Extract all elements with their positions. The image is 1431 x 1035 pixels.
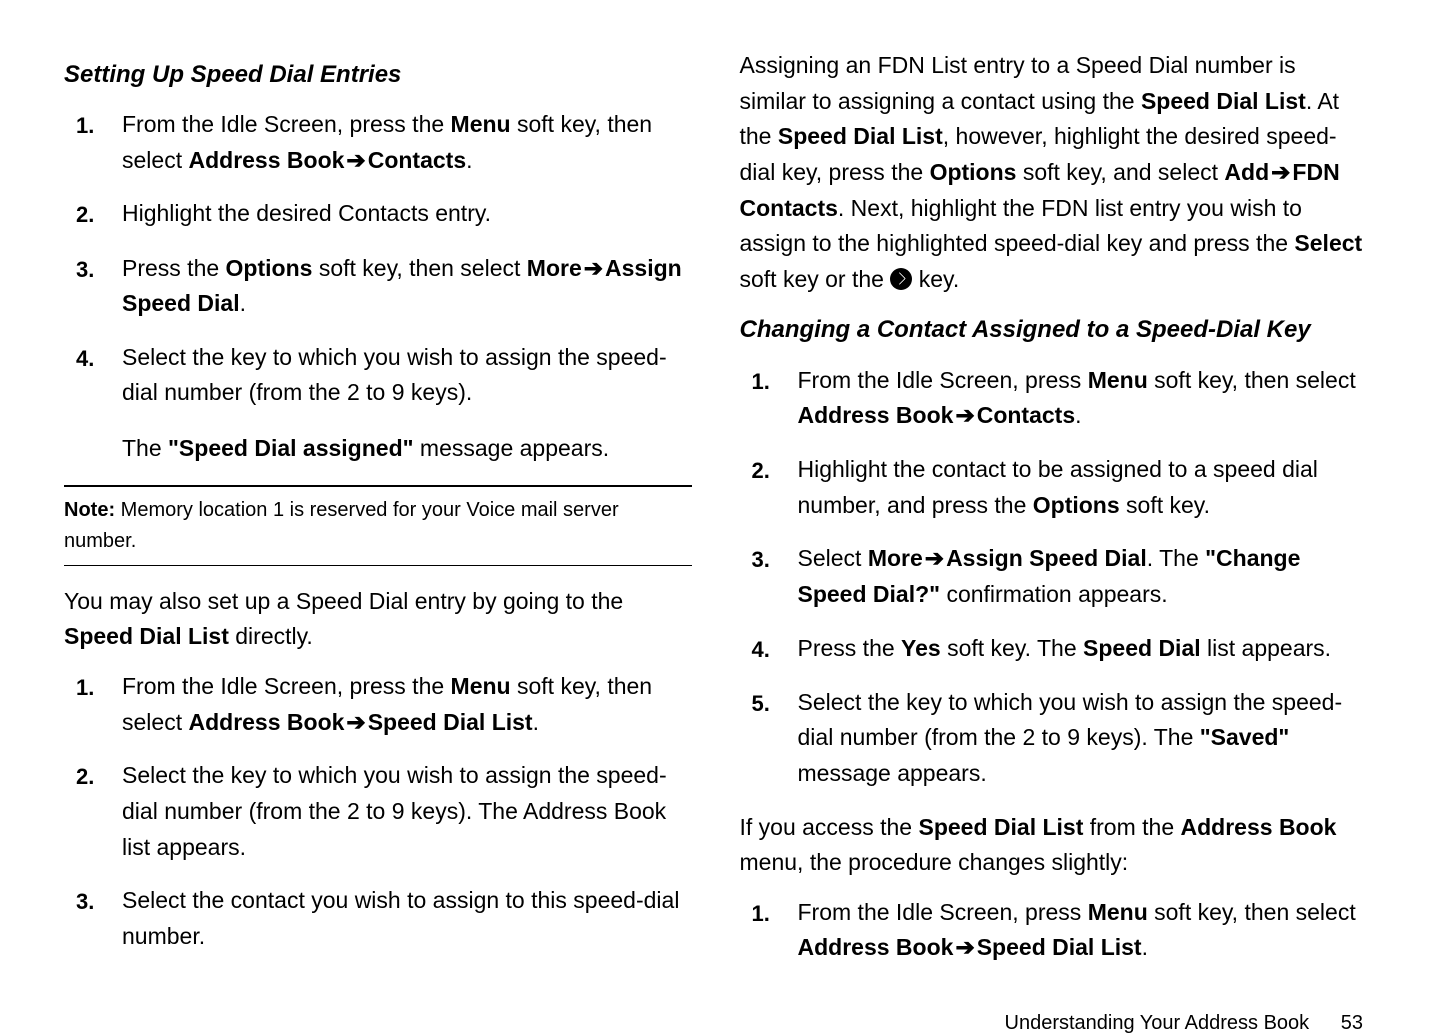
arrow-icon: ➔ (923, 541, 946, 577)
step-number: 1. (64, 107, 122, 178)
step-number: 5. (740, 685, 798, 792)
arrow-icon: ➔ (582, 251, 605, 287)
arrow-icon: ➔ (344, 705, 367, 741)
two-column-layout: Setting Up Speed Dial Entries 1. From th… (64, 48, 1367, 984)
paragraph-fdn: Assigning an FDN List entry to a Speed D… (740, 48, 1368, 297)
list-item: 3. Select More ➔ Assign Speed Dial. The … (740, 541, 1368, 612)
step-text: Highlight the contact to be assigned to … (798, 452, 1368, 523)
step-number: 1. (64, 669, 122, 740)
list-item: 1. From the Idle Screen, press the Menu … (64, 669, 692, 740)
page-footer: Understanding Your Address Book 53 (64, 984, 1367, 1035)
list-item: 2. Select the key to which you wish to a… (64, 758, 692, 865)
step-text: Highlight the desired Contacts entry. (122, 196, 692, 232)
step-number: 3. (740, 541, 798, 612)
left-column: Setting Up Speed Dial Entries 1. From th… (64, 48, 692, 984)
list-item: 2. Highlight the desired Contacts entry. (64, 196, 692, 232)
step-text: Press the Yes soft key. The Speed Dial l… (798, 631, 1368, 667)
divider (64, 565, 692, 566)
step-text: Select the key to which you wish to assi… (122, 758, 692, 865)
list-item: 4. Press the Yes soft key. The Speed Dia… (740, 631, 1368, 667)
step-number: 4. (64, 340, 122, 467)
step-text: Select the key to which you wish to assi… (122, 340, 692, 467)
list-item: 3. Select the contact you wish to assign… (64, 883, 692, 954)
step-number: 3. (64, 251, 122, 322)
step-number: 2. (64, 758, 122, 865)
step-text: From the Idle Screen, press Menu soft ke… (798, 895, 1368, 966)
step-text: Select the contact you wish to assign to… (122, 883, 692, 954)
subheading-setting-up: Setting Up Speed Dial Entries (64, 56, 692, 93)
step-text: From the Idle Screen, press Menu soft ke… (798, 363, 1368, 434)
note-text: Memory location 1 is reserved for your V… (64, 499, 619, 552)
ok-key-icon (890, 268, 912, 290)
subheading-changing: Changing a Contact Assigned to a Speed-D… (740, 311, 1368, 348)
step-subtext: The "Speed Dial assigned" message appear… (122, 431, 692, 467)
step-number: 2. (740, 452, 798, 523)
page-number: 53 (1341, 1012, 1363, 1034)
step-text: Press the Options soft key, then select … (122, 251, 692, 322)
steps-setting-up: 1. From the Idle Screen, press the Menu … (64, 107, 692, 467)
list-item: 5. Select the key to which you wish to a… (740, 685, 1368, 792)
step-text: From the Idle Screen, press the Menu sof… (122, 107, 692, 178)
footer-section: Understanding Your Address Book (1005, 1012, 1310, 1034)
list-item: 1. From the Idle Screen, press the Menu … (64, 107, 692, 178)
step-number: 3. (64, 883, 122, 954)
steps-changing: 1. From the Idle Screen, press Menu soft… (740, 363, 1368, 792)
arrow-icon: ➔ (344, 143, 367, 179)
list-item: 3. Press the Options soft key, then sele… (64, 251, 692, 322)
paragraph: You may also set up a Speed Dial entry b… (64, 584, 692, 655)
divider (64, 485, 692, 487)
note-label: Note: (64, 499, 115, 521)
arrow-icon: ➔ (1269, 155, 1292, 191)
step-number: 1. (740, 363, 798, 434)
step-number: 2. (64, 196, 122, 232)
list-item: 2. Highlight the contact to be assigned … (740, 452, 1368, 523)
step-text: Select the key to which you wish to assi… (798, 685, 1368, 792)
steps-direct-list: 1. From the Idle Screen, press the Menu … (64, 669, 692, 954)
arrow-icon: ➔ (953, 398, 976, 434)
step-text: Select More ➔ Assign Speed Dial. The "Ch… (798, 541, 1368, 612)
list-item: 1. From the Idle Screen, press Menu soft… (740, 363, 1368, 434)
list-item: 4. Select the key to which you wish to a… (64, 340, 692, 467)
paragraph: If you access the Speed Dial List from t… (740, 810, 1368, 881)
note-block: Note: Memory location 1 is reserved for … (64, 495, 692, 557)
list-item: 1. From the Idle Screen, press Menu soft… (740, 895, 1368, 966)
document-page: Setting Up Speed Dial Entries 1. From th… (0, 0, 1431, 954)
right-column: Assigning an FDN List entry to a Speed D… (740, 48, 1368, 984)
steps-alt-procedure: 1. From the Idle Screen, press Menu soft… (740, 895, 1368, 966)
step-number: 1. (740, 895, 798, 966)
step-text: From the Idle Screen, press the Menu sof… (122, 669, 692, 740)
arrow-icon: ➔ (953, 930, 976, 966)
step-number: 4. (740, 631, 798, 667)
